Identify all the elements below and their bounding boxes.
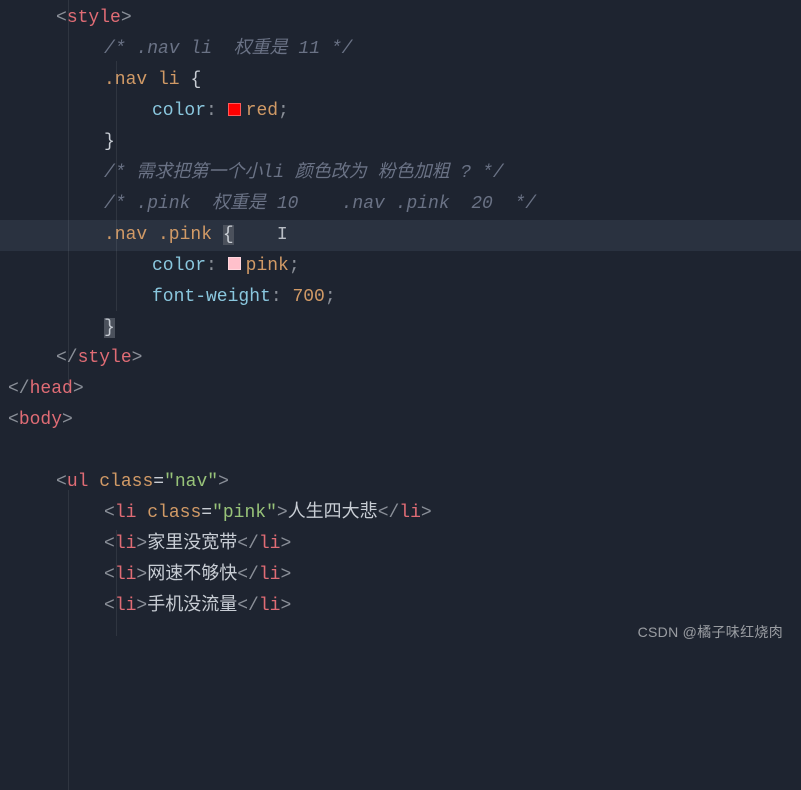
code-line: <ul class="nav">: [0, 467, 801, 498]
code-line: <li>家里没宽带</li>: [0, 529, 801, 560]
code-line: }: [0, 127, 801, 158]
code-line: <body>: [0, 405, 801, 436]
code-line-active: .nav .pink { I: [0, 220, 801, 251]
color-swatch-pink: [228, 257, 241, 270]
code-line: /* .nav li 权重是 11 */: [0, 34, 801, 65]
code-line: }: [0, 313, 801, 344]
code-line: <li>网速不够快</li>: [0, 560, 801, 591]
text-cursor: I: [277, 225, 288, 245]
code-editor[interactable]: <style> /* .nav li 权重是 11 */ .nav li { c…: [0, 0, 801, 622]
color-swatch-red: [228, 103, 241, 116]
code-line: <style>: [0, 3, 801, 34]
code-line: </style>: [0, 343, 801, 374]
code-line: </head>: [0, 374, 801, 405]
watermark: CSDN @橘子味红烧肉: [638, 620, 783, 644]
code-line: /* .pink 权重是 10 .nav .pink 20 */: [0, 189, 801, 220]
code-line: color: red;: [0, 96, 801, 127]
code-line-blank: [0, 436, 801, 467]
code-line: color: pink;: [0, 251, 801, 282]
code-line: /* 需求把第一个小li 颜色改为 粉色加粗 ? */: [0, 158, 801, 189]
code-line: font-weight: 700;: [0, 282, 801, 313]
code-line: .nav li {: [0, 65, 801, 96]
code-line: <li class="pink">人生四大悲</li>: [0, 498, 801, 529]
code-line: <li>手机没流量</li>: [0, 591, 801, 622]
